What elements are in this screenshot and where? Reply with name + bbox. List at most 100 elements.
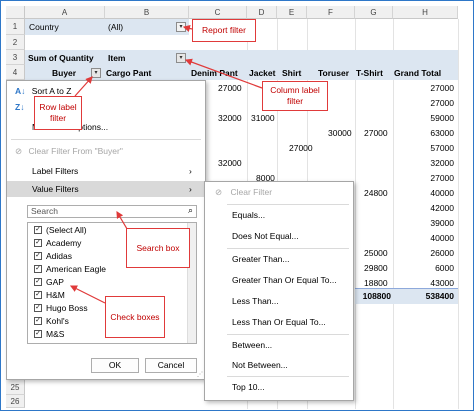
cell-tshirt: 29800: [364, 263, 388, 273]
column-header-f[interactable]: F: [307, 6, 355, 19]
filter-does-not-equal[interactable]: Does Not Equal...: [232, 228, 353, 244]
header-jacket: Jacket: [249, 68, 276, 78]
total-tshirt: 108800: [362, 291, 391, 301]
grand-total-cell: 63000: [430, 128, 454, 138]
column-header-b[interactable]: B: [105, 6, 189, 19]
sum-of-quantity-label: Sum of Quantity: [28, 53, 94, 63]
value-filters[interactable]: Value Filters: [32, 181, 205, 197]
report-filter-dropdown[interactable]: ▾: [176, 22, 186, 32]
menu-separator: [11, 139, 201, 140]
submenu-clear-filter[interactable]: ⊘ Clear Filter: [215, 184, 353, 200]
checkbox[interactable]: ✓: [34, 291, 42, 299]
list-item[interactable]: ✓ GAP: [28, 276, 196, 289]
checkbox[interactable]: ✓: [34, 265, 42, 273]
grand-total-cell: 59000: [430, 113, 454, 123]
menu-separator: [227, 334, 349, 335]
row-label-filter-dropdown[interactable]: ▾: [91, 68, 101, 78]
cell-toruser: 30000: [328, 128, 352, 138]
row-header[interactable]: 25: [6, 380, 25, 395]
column-header-h[interactable]: H: [393, 6, 458, 19]
menu-separator: [227, 248, 349, 249]
header-toruser: Toruser: [318, 68, 350, 78]
grand-total-cell: 40000: [430, 188, 454, 198]
cell-tshirt: 24800: [364, 188, 388, 198]
menu-separator: [227, 376, 349, 377]
checkbox[interactable]: ✓: [34, 317, 42, 325]
row-header[interactable]: 2: [6, 35, 25, 50]
column-header-e[interactable]: E: [277, 6, 307, 19]
grand-total-cell: 27000: [430, 98, 454, 108]
filter-greater-or-equal[interactable]: Greater Than Or Equal To...: [232, 272, 353, 288]
column-filter-callout: Column label filter: [262, 81, 328, 111]
cell-jacket: 31000: [251, 113, 275, 123]
column-header-a[interactable]: A: [25, 6, 105, 19]
checkbox[interactable]: ✓: [34, 278, 42, 286]
clear-filter-icon: ⊘: [15, 146, 23, 156]
sort-az-icon: A↓: [15, 86, 26, 96]
resize-grip-icon[interactable]: ⋰: [197, 371, 203, 378]
filter-between[interactable]: Between...: [232, 337, 353, 353]
label-filters[interactable]: Label Filters: [32, 163, 205, 179]
menu-separator: [227, 204, 349, 205]
item-label: Item: [108, 53, 126, 63]
search-icon: ⌕: [187, 205, 193, 215]
grand-total-cell: 6000: [435, 263, 454, 273]
row-filter-callout: Row label filter: [34, 96, 82, 130]
check-boxes-callout: Check boxes: [105, 296, 165, 338]
filter-top-10[interactable]: Top 10...: [232, 379, 353, 395]
filter-equals[interactable]: Equals...: [232, 207, 353, 223]
cell-tshirt: 18800: [364, 278, 388, 288]
cell-denim: 32000: [218, 113, 242, 123]
buyer-label: Buyer: [52, 68, 77, 78]
grid-line: [458, 19, 459, 409]
report-filter-callout: Report filter: [192, 19, 256, 42]
country-value: (All): [108, 22, 124, 32]
search-input[interactable]: Search ⌕: [27, 205, 197, 218]
grand-total-cell: 39000: [430, 218, 454, 228]
row-header[interactable]: 3: [6, 50, 25, 65]
chevron-right-icon: ›: [189, 184, 192, 194]
checkbox[interactable]: ✓: [34, 304, 42, 312]
column-label-filter-dropdown[interactable]: ▾: [176, 53, 186, 63]
sort-za-icon: Z↓: [15, 102, 25, 112]
row-header[interactable]: 4: [6, 65, 25, 80]
grand-total-cell: 40000: [430, 233, 454, 243]
clear-filter-buyer[interactable]: ⊘ Clear Filter From "Buyer": [15, 143, 205, 159]
cell-tshirt: 27000: [364, 128, 388, 138]
grand-total-cell: 42000: [430, 203, 454, 213]
column-header-g[interactable]: G: [355, 6, 393, 19]
row-header[interactable]: 1: [6, 19, 25, 35]
header-grand-total: Grand Total: [394, 68, 442, 78]
grand-total-cell: 27000: [430, 173, 454, 183]
grand-total-cell: 26000: [430, 248, 454, 258]
filter-less-than[interactable]: Less Than...: [232, 293, 353, 309]
cancel-button[interactable]: Cancel: [145, 358, 197, 373]
ok-button[interactable]: OK: [91, 358, 139, 373]
checkbox[interactable]: ✓: [34, 252, 42, 260]
row-header[interactable]: 26: [6, 395, 25, 408]
grand-total-cell: 27000: [430, 83, 454, 93]
cell-denim: 27000: [218, 83, 242, 93]
grand-total-cell: 57000: [430, 143, 454, 153]
total-grand: 538400: [425, 291, 454, 301]
column-header-d[interactable]: D: [247, 6, 277, 19]
clear-filter-icon: ⊘: [215, 187, 223, 197]
cell-tshirt: 25000: [364, 248, 388, 258]
checkbox[interactable]: ✓: [34, 239, 42, 247]
checkbox[interactable]: ✓: [34, 330, 42, 338]
search-box-callout: Search box: [126, 228, 190, 268]
grand-total-cell: 32000: [430, 158, 454, 168]
filter-less-or-equal[interactable]: Less Than Or Equal To...: [232, 314, 353, 330]
cell-denim: 32000: [218, 158, 242, 168]
header-denim-pant: Denim Pant: [191, 68, 238, 78]
column-header-c[interactable]: C: [189, 6, 247, 19]
checkbox[interactable]: ✓: [34, 226, 42, 234]
header-tshirt: T-Shirt: [356, 68, 383, 78]
select-all-corner[interactable]: [6, 6, 25, 19]
cell-shirt: 27000: [289, 143, 313, 153]
filter-not-between[interactable]: Not Between...: [232, 357, 353, 373]
chevron-right-icon: ›: [189, 166, 192, 176]
header-shirt: Shirt: [282, 68, 302, 78]
filter-greater-than[interactable]: Greater Than...: [232, 251, 353, 267]
value-filters-submenu: ⊘ Clear Filter Equals... Does Not Equal.…: [204, 181, 354, 401]
